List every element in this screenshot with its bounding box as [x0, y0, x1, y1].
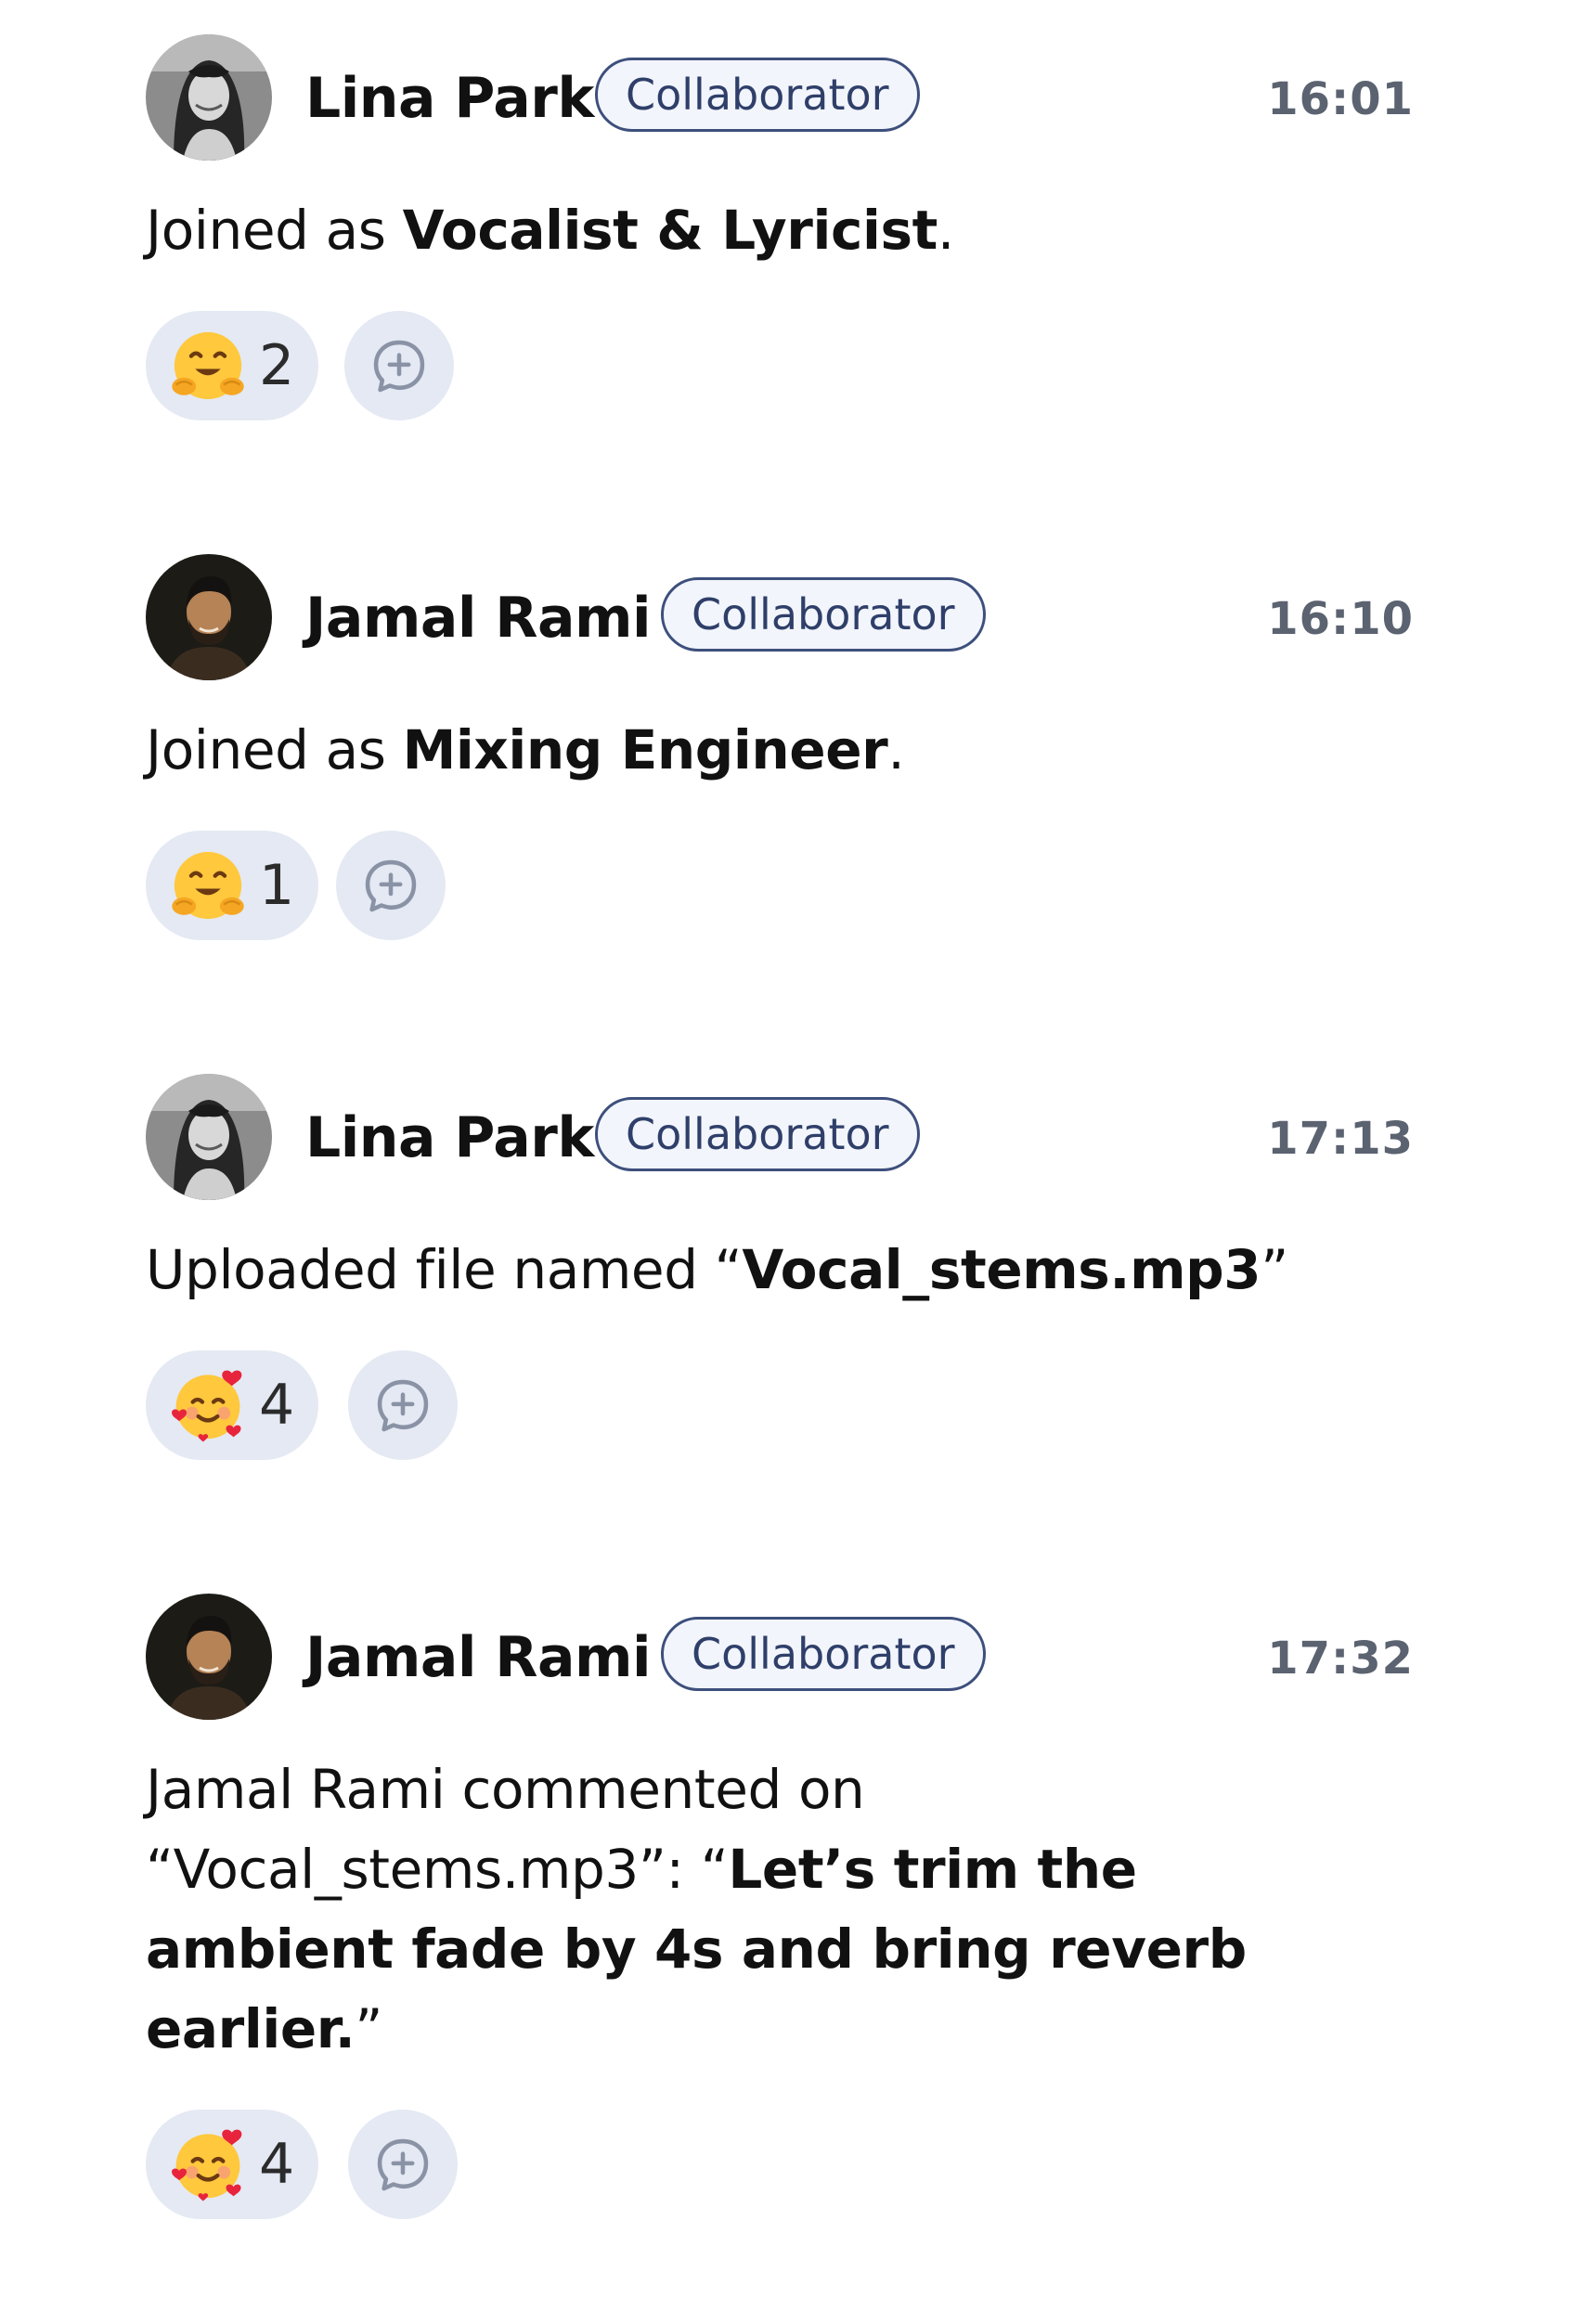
message-highlight: Mixing Engineer: [402, 718, 888, 781]
message-text: .: [887, 718, 905, 781]
message-text: ”: [1261, 1238, 1288, 1301]
message-text: .: [937, 199, 954, 262]
timestamp: 17:13: [1267, 1113, 1414, 1165]
add-reaction-button[interactable]: [344, 311, 454, 420]
avatar[interactable]: [146, 1074, 272, 1200]
add-reaction-icon: [371, 1374, 434, 1437]
entry-message: Uploaded file named “Vocal_stems.mp3”: [146, 1230, 1414, 1310]
activity-entry: Lina Park Collaborator 17:13 Uploaded fi…: [146, 1074, 1414, 1460]
smiling-face-with-hearts-icon: [168, 1365, 248, 1445]
timestamp: 17:32: [1267, 1633, 1414, 1685]
author-name[interactable]: Lina Park: [305, 66, 594, 131]
role-badge: Collaborator: [661, 1617, 986, 1691]
reaction-chip[interactable]: 2: [146, 311, 319, 420]
reaction-bar: 1: [146, 831, 1414, 940]
entry-message: Jamal Rami commented on “Vocal_stems.mp3…: [146, 1749, 1390, 2069]
author-name[interactable]: Lina Park: [305, 1105, 594, 1170]
role-badge: Collaborator: [595, 1097, 920, 1171]
message-text: ”: [355, 1997, 383, 2060]
reaction-count: 1: [259, 853, 295, 918]
add-reaction-icon: [371, 2133, 434, 2196]
add-reaction-icon: [359, 854, 422, 917]
message-highlight: Vocalist & Lyricist: [402, 199, 938, 262]
avatar[interactable]: [146, 554, 272, 680]
activity-entry: Jamal Rami Collaborator 16:10 Joined as …: [146, 554, 1414, 940]
reaction-bar: 4: [146, 2110, 1414, 2219]
entry-header: Lina Park Collaborator 16:01: [146, 34, 1414, 161]
activity-entry: Jamal Rami Collaborator 17:32 Jamal Rami…: [146, 1594, 1414, 2219]
entry-header: Lina Park Collaborator 17:13: [146, 1074, 1414, 1200]
reaction-chip[interactable]: 1: [146, 831, 319, 940]
add-reaction-button[interactable]: [336, 831, 446, 940]
timestamp: 16:01: [1267, 73, 1414, 125]
entry-header: Jamal Rami Collaborator 17:32: [146, 1594, 1414, 1720]
hugging-face-icon: [168, 326, 248, 406]
add-reaction-icon: [368, 334, 431, 397]
hugging-face-icon: [168, 846, 248, 925]
author-name[interactable]: Jamal Rami: [305, 586, 652, 651]
reaction-bar: 4: [146, 1350, 1414, 1460]
add-reaction-button[interactable]: [348, 1350, 458, 1460]
add-reaction-button[interactable]: [348, 2110, 458, 2219]
entry-header: Jamal Rami Collaborator 16:10: [146, 554, 1414, 680]
activity-entry: Lina Park Collaborator 16:01 Joined as V…: [146, 34, 1414, 420]
file-name-link[interactable]: Vocal_stems.mp3: [742, 1238, 1261, 1301]
role-badge: Collaborator: [661, 577, 986, 652]
reaction-chip[interactable]: 4: [146, 1350, 319, 1460]
avatar[interactable]: [146, 1594, 272, 1720]
entry-message: Joined as Mixing Engineer.: [146, 710, 1414, 790]
message-text: Joined as: [146, 199, 403, 262]
timestamp: 16:10: [1267, 593, 1414, 645]
reaction-chip[interactable]: 4: [146, 2110, 319, 2219]
smiling-face-with-hearts-icon: [168, 2124, 248, 2204]
reaction-count: 4: [259, 2132, 295, 2197]
reaction-count: 2: [259, 333, 295, 398]
reaction-count: 4: [259, 1373, 295, 1438]
role-badge: Collaborator: [595, 58, 920, 132]
author-name[interactable]: Jamal Rami: [305, 1625, 652, 1690]
avatar[interactable]: [146, 34, 272, 161]
reaction-bar: 2: [146, 311, 1414, 420]
entry-message: Joined as Vocalist & Lyricist.: [146, 190, 1414, 270]
message-text: Joined as: [146, 718, 403, 781]
message-text: Uploaded file named “: [146, 1238, 743, 1301]
